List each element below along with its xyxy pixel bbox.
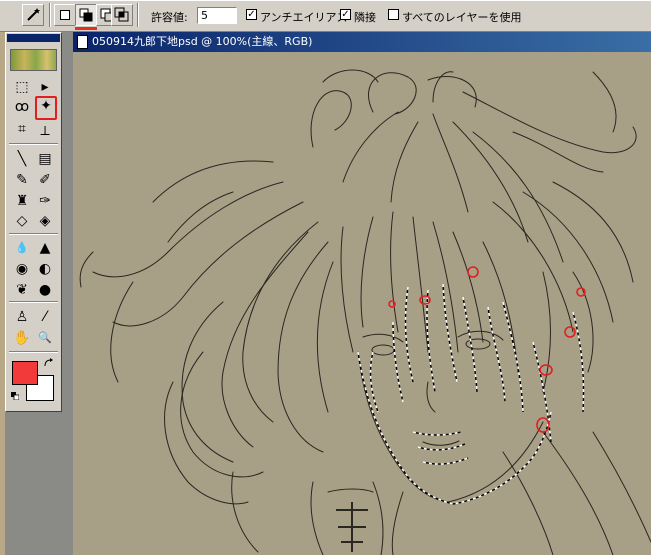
- blur-icon[interactable]: 💧: [12, 238, 32, 258]
- intersect-selection-button[interactable]: [111, 4, 133, 26]
- image-canvas[interactable]: [73, 52, 651, 555]
- default-colors-icon[interactable]: [11, 392, 19, 400]
- magic-wand-icon[interactable]: ✦: [35, 96, 57, 120]
- palette-separator: [9, 351, 58, 353]
- separator: [137, 3, 139, 27]
- tool-preset-picker[interactable]: [22, 4, 44, 26]
- document-icon: [77, 35, 88, 49]
- type-icon[interactable]: ♙: [12, 307, 32, 327]
- add-to-selection-button[interactable]: [75, 4, 97, 26]
- antialias-checkbox[interactable]: ✓: [246, 9, 257, 20]
- palette-separator: [9, 233, 58, 235]
- tolerance-input[interactable]: [197, 7, 237, 24]
- slice-icon[interactable]: ⟂: [35, 121, 55, 141]
- line-art-drawing: [79, 69, 651, 555]
- intersect-selection-icon: [114, 7, 129, 22]
- eyedropper-icon[interactable]: ⁄: [35, 307, 55, 327]
- sharpen-icon[interactable]: ▲: [35, 238, 55, 258]
- tolerance-label: 許容値:: [151, 11, 188, 24]
- red-mark: [467, 266, 479, 278]
- options-bar: 許容値: ✓ アンチエイリアス ✓ 隣接 すべてのレイヤーを使用: [0, 0, 651, 32]
- red-mark: [539, 364, 553, 376]
- new-selection-icon: [60, 10, 70, 20]
- add-to-selection-icon: [79, 8, 93, 22]
- contiguous-checkbox[interactable]: ✓: [340, 9, 351, 20]
- active-mode-indicator: [75, 27, 97, 30]
- workspace-gap: [62, 32, 73, 555]
- all-layers-checkbox[interactable]: [388, 9, 399, 20]
- sponge-icon[interactable]: ❦: [12, 280, 32, 300]
- brush-icon[interactable]: ✐: [35, 170, 55, 190]
- magic-wand-icon: [27, 8, 40, 21]
- separator: [49, 3, 51, 27]
- dodge-icon[interactable]: ◉: [12, 259, 32, 279]
- foreground-color-swatch[interactable]: [12, 361, 38, 385]
- crop-icon[interactable]: ⌗: [12, 119, 32, 139]
- gradient-icon[interactable]: ▤: [35, 149, 55, 169]
- red-markers: [388, 266, 586, 433]
- marquee-icon[interactable]: ⬚: [12, 77, 32, 97]
- lasso-icon[interactable]: ꝏ: [12, 97, 32, 117]
- palette-separator: [9, 143, 58, 145]
- antialias-label: アンチエイリアス: [260, 11, 348, 24]
- history-brush-icon[interactable]: ✑: [35, 191, 55, 211]
- document-window: 050914九郎下地psd @ 100%(主線、RGB): [73, 32, 651, 555]
- document-title-bar[interactable]: 050914九郎下地psd @ 100%(主線、RGB): [73, 32, 651, 52]
- eraser-icon[interactable]: ◇: [12, 211, 32, 231]
- palette-separator: [9, 301, 58, 303]
- contiguous-label: 隣接: [354, 11, 376, 24]
- tool-palette: ⬚ ▸ ꝏ ✦ ⌗ ⟂ ╲ ▤ ✎ ✐ ♜ ✑ ◇ ◈ 💧 ▲ ◉ ◐ ❦ ● …: [5, 32, 62, 412]
- crest-symbol: [336, 502, 368, 552]
- document-title: 050914九郎下地psd @ 100%(主線、RGB): [92, 35, 313, 48]
- palette-logo[interactable]: [10, 49, 57, 71]
- healing-brush-icon[interactable]: ✎: [12, 170, 32, 190]
- all-layers-label: すべてのレイヤーを使用: [402, 11, 522, 24]
- hand-icon[interactable]: ✋: [12, 328, 32, 348]
- smudge-icon[interactable]: ●: [35, 280, 55, 300]
- hair-strands: [79, 69, 651, 555]
- zoom-icon[interactable]: 🔍: [35, 328, 55, 348]
- red-mark: [419, 295, 431, 305]
- burn-icon[interactable]: ◐: [35, 259, 55, 279]
- fill-icon[interactable]: ◈: [35, 211, 55, 231]
- palette-title-bar[interactable]: [7, 34, 60, 42]
- new-selection-button[interactable]: [54, 4, 76, 26]
- line-icon[interactable]: ╲: [12, 149, 32, 169]
- swap-colors-icon[interactable]: [43, 357, 55, 369]
- stamp-icon[interactable]: ♜: [12, 191, 32, 211]
- move-icon[interactable]: ▸: [35, 77, 55, 97]
